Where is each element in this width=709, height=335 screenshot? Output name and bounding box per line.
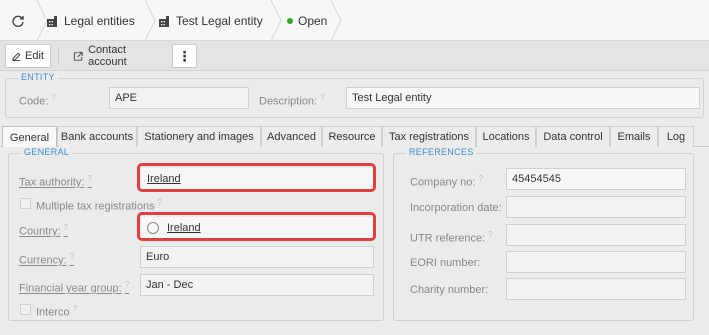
incorporation-date-field[interactable] [506, 196, 686, 218]
tab-data-control[interactable]: Data control [536, 126, 610, 147]
breadcrumb-separator [144, 0, 156, 41]
breadcrumb: Legal entities Test Legal entity Open [0, 0, 709, 41]
references-legend: REFERENCES [406, 147, 477, 157]
breadcrumb-separator [270, 0, 282, 41]
company-no-label: Company no:? [410, 174, 483, 189]
description-field[interactable]: Test Legal entity [346, 87, 700, 109]
tab-bank-accounts[interactable]: Bank accounts [57, 126, 137, 147]
breadcrumb-test-legal-entity[interactable]: Test Legal entity [158, 0, 263, 41]
breadcrumb-legal-entities[interactable]: Legal entities [46, 0, 135, 41]
tab-log[interactable]: Log [658, 126, 694, 147]
toolbar-divider [58, 47, 59, 65]
tab-stationery-and-images[interactable]: Stationery and images [137, 126, 261, 147]
description-label: Description:? [259, 93, 325, 108]
help-icon: ? [72, 304, 78, 313]
status-label: Open [298, 13, 328, 28]
tab-tax-registrations[interactable]: Tax registrations [382, 126, 476, 147]
status-badge: Open [287, 0, 327, 41]
tax-authority-label[interactable]: Tax authority:? [19, 174, 92, 189]
help-icon: ? [69, 252, 75, 261]
multiple-tax-checkbox[interactable] [20, 198, 31, 209]
general-legend: GENERAL [21, 147, 73, 157]
interco-checkbox[interactable] [20, 304, 31, 315]
building-icon [159, 15, 169, 27]
currency-field[interactable]: Euro [140, 246, 374, 268]
breadcrumb-separator [330, 0, 342, 41]
code-label: Code:? [19, 93, 56, 108]
eori-number-field[interactable] [506, 251, 686, 273]
contact-account-label: Contact account [88, 44, 127, 68]
help-icon: ? [87, 174, 92, 183]
multiple-tax-label: Multiple tax registrations? [36, 198, 163, 213]
code-field[interactable]: APE [109, 87, 249, 109]
charity-number-field[interactable] [506, 278, 686, 300]
help-icon: ? [124, 280, 130, 289]
refresh-icon[interactable] [8, 0, 28, 41]
toolbar: Edit Contact account ⋮ [0, 41, 709, 71]
pencil-icon [12, 52, 21, 61]
tab-locations[interactable]: Locations [476, 126, 536, 147]
utr-reference-label: UTR reference:? [410, 230, 493, 245]
entity-legend: ENTITY [18, 72, 58, 82]
building-icon [47, 15, 57, 27]
breadcrumb-label: Test Legal entity [176, 13, 263, 28]
edit-label: Edit [25, 50, 44, 62]
tab-emails[interactable]: Emails [610, 126, 658, 147]
help-icon: ? [320, 93, 325, 102]
incorporation-date-label: Incorporation date: [410, 202, 502, 214]
entity-section: ENTITY Code:? APE Description:? Test Leg… [5, 72, 704, 118]
help-icon: ? [478, 174, 483, 183]
help-icon: ? [63, 223, 69, 232]
references-section: REFERENCES Company no:? 45454545 Incorpo… [393, 147, 694, 321]
currency-label[interactable]: Currency:? [19, 252, 74, 267]
general-section: GENERAL Tax authority:? Ireland Multiple… [8, 147, 384, 321]
help-icon: ? [51, 93, 56, 102]
tab-general[interactable]: General [2, 126, 57, 148]
edit-button[interactable]: Edit [5, 44, 51, 68]
tab-advanced[interactable]: Advanced [261, 126, 322, 147]
more-options-button[interactable]: ⋮ [172, 44, 197, 68]
help-icon: ? [488, 230, 493, 239]
financial-year-group-field[interactable]: Jan - Dec [140, 274, 374, 296]
utr-reference-field[interactable] [506, 224, 686, 246]
contact-account-button[interactable]: Contact account [66, 44, 168, 68]
external-link-icon [73, 51, 83, 61]
charity-number-label: Charity number: [410, 284, 489, 296]
more-vertical-icon: ⋮ [177, 47, 192, 64]
tab-content-general: GENERAL Tax authority:? Ireland Multiple… [0, 147, 709, 335]
breadcrumb-label: Legal entities [64, 13, 135, 28]
tab-resource[interactable]: Resource [322, 126, 382, 147]
highlight-box [137, 163, 376, 192]
interco-label: Interco? [36, 304, 78, 319]
help-icon: ? [157, 198, 163, 207]
company-no-field[interactable]: 45454545 [506, 168, 686, 190]
status-dot-icon [287, 17, 293, 24]
highlight-box [137, 212, 376, 241]
financial-year-group-label[interactable]: Financial year group:? [19, 280, 129, 295]
eori-number-label: EORI number: [410, 257, 481, 269]
country-label[interactable]: Country:? [19, 223, 68, 238]
tab-bar: General Bank accounts Stationery and ima… [0, 126, 709, 148]
